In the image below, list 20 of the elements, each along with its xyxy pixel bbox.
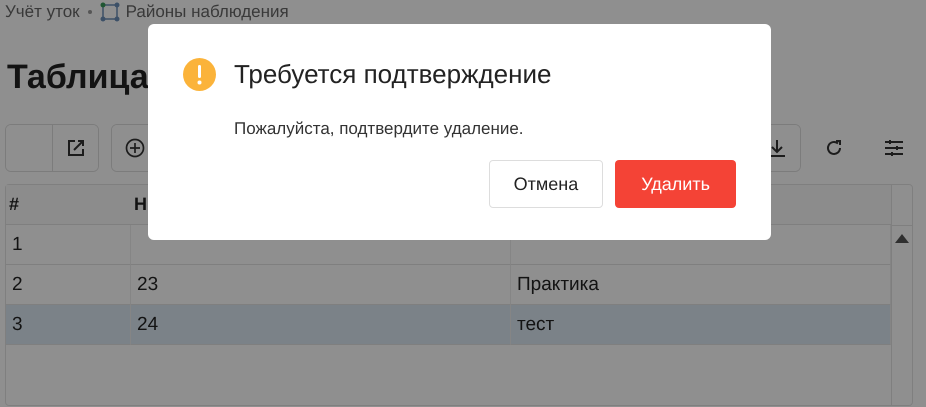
cancel-button[interactable]: Отмена [488,160,604,208]
table-cell: 1 [6,225,131,265]
page-title: Таблица [7,58,149,98]
external-link-icon [66,139,84,157]
table-cell: 3 [6,305,131,345]
sliders-icon [884,139,904,157]
warning-icon [183,58,216,91]
table-cell: 24 [131,305,511,345]
download-icon [768,139,786,157]
scroll-up-icon[interactable] [895,234,909,243]
toolbar-button[interactable] [52,125,98,171]
dialog-message: Пожалуйста, подтвердите удаление. [234,119,525,139]
breadcrumb-link[interactable]: Учёт уток [5,2,80,22]
refresh-icon [825,139,843,157]
breadcrumb-link[interactable]: Районы наблюдения [126,2,289,22]
plus-circle-icon [125,138,145,158]
table-cell: тест [511,305,891,345]
dialog-title: Требуется подтверждение [234,59,552,90]
column-header: # [6,185,131,225]
delete-button[interactable]: Удалить [615,160,736,208]
